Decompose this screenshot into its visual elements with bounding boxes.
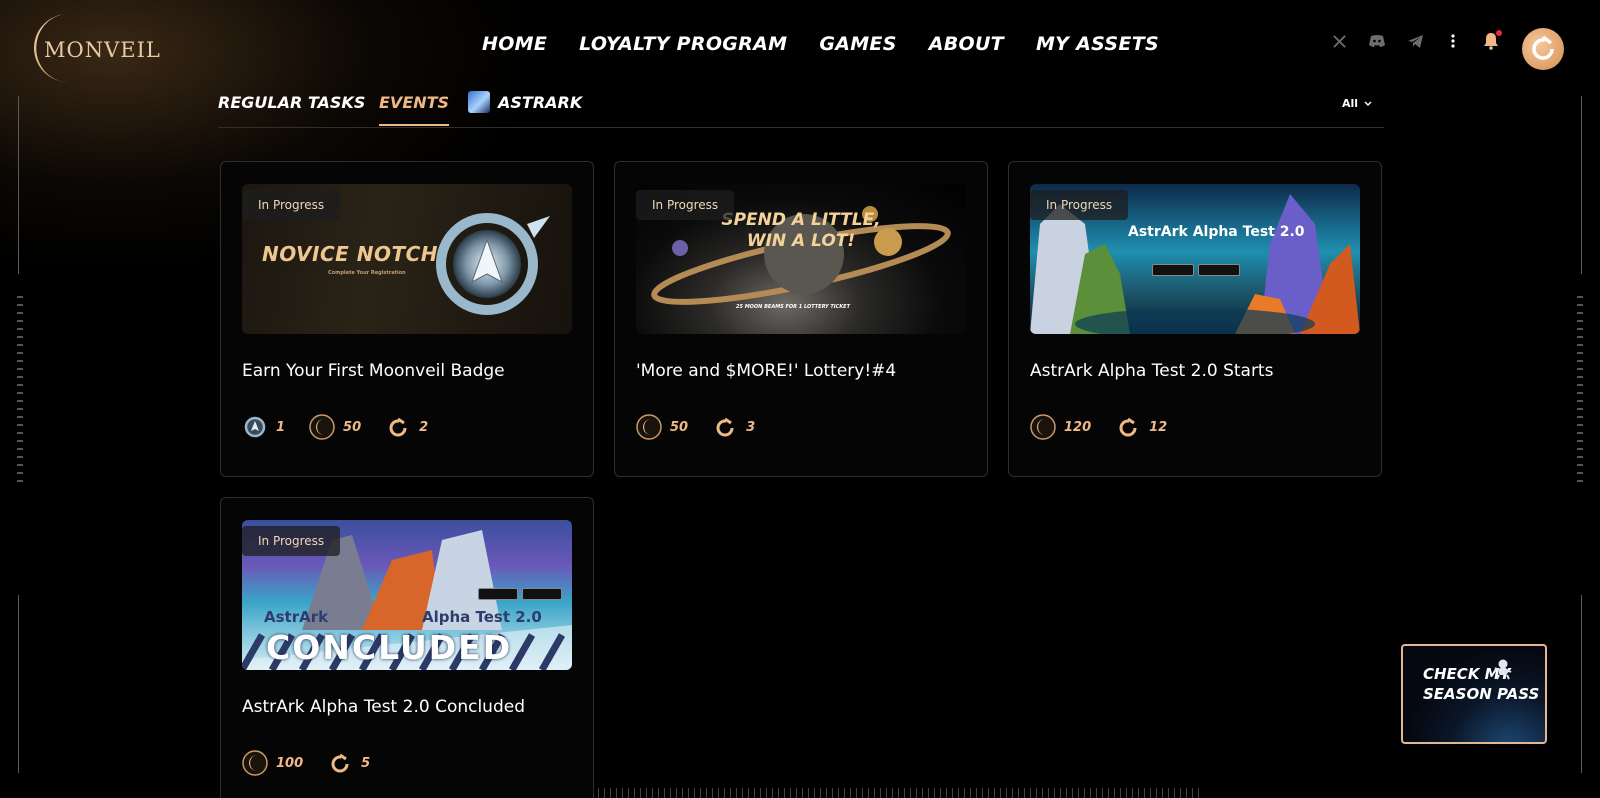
moon-beam-icon — [242, 750, 268, 776]
event-card[interactable]: AstrArk Alpha Test 2.0 In Progress AstrA… — [1008, 161, 1382, 477]
moonveil-logo[interactable]: MONVEIL — [28, 12, 161, 86]
main-nav: HOME LOYALTY PROGRAM GAMES ABOUT MY ASSE… — [482, 33, 1159, 55]
reward-value: 50 — [343, 419, 362, 435]
banner-subtitle: Complete Your Registration — [328, 270, 406, 276]
reward-item: 1 — [242, 414, 285, 440]
reward-value: 100 — [276, 755, 304, 771]
moon-beam-icon — [309, 414, 335, 440]
app-store-button — [522, 588, 562, 600]
banner-subtitle-left: AstrArk — [264, 608, 329, 626]
badge-emblem-icon — [436, 213, 550, 315]
tab-events[interactable]: EVENTS — [379, 93, 450, 126]
reward-value: 3 — [746, 419, 756, 435]
banner-subtitle: 25 MOON BEAMS FOR 1 LOTTERY TICKET — [736, 304, 850, 310]
reward-value: 2 — [419, 419, 429, 435]
header-icons — [1330, 30, 1502, 50]
app-store-button — [1198, 264, 1240, 276]
nav-about[interactable]: ABOUT — [929, 33, 1004, 55]
reward-list: 120 12 — [1030, 414, 1167, 440]
event-banner-image: AstrArk Alpha Test 2.0 In Progress — [1030, 184, 1360, 334]
reward-item: 120 — [1030, 414, 1091, 440]
badge-icon — [242, 414, 268, 440]
reward-list: 1 50 2 — [242, 414, 428, 440]
event-title: 'More and $MORE!' Lottery!#4 — [636, 361, 897, 381]
event-card[interactable]: AstrArk Alpha Test 2.0 CONCLUDED In Prog… — [220, 497, 594, 798]
reward-value: 12 — [1149, 419, 1168, 435]
frame-ticks-right — [1577, 296, 1583, 482]
nav-my-assets[interactable]: MY ASSETS — [1036, 33, 1159, 55]
season-point-icon — [1115, 414, 1141, 440]
nav-home[interactable]: HOME — [482, 33, 547, 55]
moon-beam-icon — [636, 414, 662, 440]
banner-title: CONCLUDED — [266, 628, 513, 667]
banner-title: NOVICE NOTCH — [262, 242, 439, 266]
frame-left-line-bottom — [18, 595, 19, 773]
status-badge: In Progress — [242, 526, 341, 556]
reward-item: 50 — [309, 414, 361, 440]
reward-list: 100 5 — [242, 750, 370, 776]
tab-regular-tasks[interactable]: REGULAR TASKS — [218, 93, 365, 112]
event-card[interactable]: SPEND A LITTLE, WIN A LOT! 25 MOON BEAMS… — [614, 161, 988, 477]
banner-subtitle-right: Alpha Test 2.0 — [422, 608, 542, 626]
reward-item: 2 — [385, 414, 428, 440]
reward-list: 50 3 — [636, 414, 755, 440]
google-play-button — [1152, 264, 1194, 276]
user-avatar-icon — [1532, 35, 1554, 60]
tab-astrark[interactable]: ASTRARK — [468, 91, 583, 113]
reward-item: 5 — [327, 750, 370, 776]
event-banner-image: AstrArk Alpha Test 2.0 CONCLUDED In Prog… — [242, 520, 572, 670]
bell-icon[interactable] — [1482, 30, 1502, 50]
season-point-icon — [385, 414, 411, 440]
frame-ticks-left — [17, 296, 23, 482]
filter-dropdown[interactable]: All — [1342, 97, 1372, 110]
brand-name: MONVEIL — [44, 38, 161, 62]
discord-icon[interactable] — [1368, 32, 1386, 50]
notification-dot — [1496, 30, 1502, 36]
event-banner-image: SPEND A LITTLE, WIN A LOT! 25 MOON BEAMS… — [636, 184, 966, 334]
telegram-icon[interactable] — [1406, 32, 1424, 50]
reward-value: 120 — [1064, 419, 1092, 435]
reward-item: 3 — [712, 414, 755, 440]
nav-loyalty-program[interactable]: LOYALTY PROGRAM — [579, 33, 787, 55]
reward-value: 50 — [670, 419, 689, 435]
check-season-pass-button[interactable]: CHECK MY SEASON PASS — [1401, 644, 1547, 744]
astrark-game-icon — [468, 91, 490, 113]
banner-title: AstrArk Alpha Test 2.0 — [1128, 224, 1305, 240]
avatar[interactable] — [1522, 28, 1564, 70]
reward-item: 12 — [1115, 414, 1167, 440]
frame-right-line — [1581, 96, 1582, 274]
season-point-icon — [327, 750, 353, 776]
reward-value: 1 — [276, 419, 286, 435]
frame-left-line — [18, 96, 19, 274]
moon-beam-icon — [1030, 414, 1056, 440]
nav-games[interactable]: GAMES — [819, 33, 896, 55]
task-tabs: REGULAR TASKS EVENTS ASTRARK All — [218, 90, 1384, 128]
reward-item: 100 — [242, 750, 303, 776]
status-badge: In Progress — [1030, 190, 1129, 220]
event-title: AstrArk Alpha Test 2.0 Concluded — [242, 697, 525, 717]
astronaut-icon — [1494, 659, 1512, 680]
event-card[interactable]: NOVICE NOTCH Complete Your Registration … — [220, 161, 594, 477]
status-badge: In Progress — [636, 190, 735, 220]
season-point-icon — [712, 414, 738, 440]
more-icon[interactable] — [1444, 32, 1462, 50]
event-title: Earn Your First Moonveil Badge — [242, 361, 505, 381]
x-icon[interactable] — [1330, 32, 1348, 50]
frame-right-line-bottom — [1581, 595, 1582, 773]
season-pass-label: CHECK MY SEASON PASS — [1423, 665, 1540, 703]
reward-item: 50 — [636, 414, 688, 440]
event-banner-image: NOVICE NOTCH Complete Your Registration … — [242, 184, 572, 334]
tab-astrark-label: ASTRARK — [498, 93, 583, 112]
event-title: AstrArk Alpha Test 2.0 Starts — [1030, 361, 1274, 381]
google-play-button — [478, 588, 518, 600]
filter-selected-value: All — [1341, 97, 1358, 110]
chevron-down-icon — [1364, 101, 1372, 106]
reward-value: 5 — [361, 755, 371, 771]
status-badge: In Progress — [242, 190, 341, 220]
banner-title: SPEND A LITTLE, WIN A LOT! — [721, 210, 881, 251]
